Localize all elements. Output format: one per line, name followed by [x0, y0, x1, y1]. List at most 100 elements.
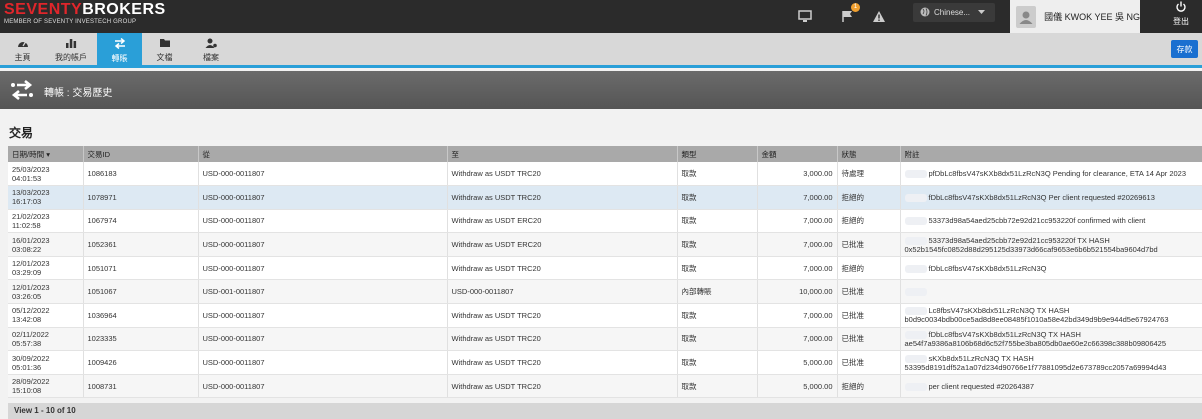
- cell-status: 已批准: [837, 327, 901, 352]
- cell-note: sKXb8dx51LzRcN3Q TX HASH 53395d8191df52a1…: [900, 350, 1202, 375]
- cell-date: 28/09/2022 15:10:08: [8, 374, 84, 399]
- folder-icon: [159, 38, 171, 50]
- cell-amount: 7,000.00: [757, 327, 838, 352]
- cell-status: 已批准: [837, 303, 901, 328]
- redaction-mark: [904, 264, 927, 273]
- warning-icon[interactable]: [871, 8, 887, 24]
- logout-button[interactable]: 登出: [1166, 1, 1196, 27]
- language-select[interactable]: Chinese...: [913, 3, 995, 22]
- page-title: 轉帳 : 交易歷史: [44, 88, 113, 99]
- nav-item-label: 主頁: [14, 53, 31, 62]
- table-row[interactable]: 28/09/2022 15:10:08 1008731 USD-000-0011807…: [8, 374, 1202, 399]
- main-nav: 主頁 我的帳戶 轉賬 文檔 檔案 存款: [0, 33, 1202, 68]
- cell-date: 25/03/2023 04:01:53: [8, 162, 84, 187]
- cell-from: USD-000-0011807: [198, 185, 448, 210]
- cell-note: [900, 279, 1202, 305]
- cell-id: 1036964: [83, 303, 199, 328]
- cell-from: USD-001-0011807: [198, 279, 448, 305]
- table-row[interactable]: 30/09/2022 05:01:36 1009426 USD-000-0011807…: [8, 350, 1202, 375]
- cell-to: Withdraw as USDT TRC20: [447, 350, 678, 375]
- cell-note: fDbLc8fbsV47sKXb8dx51LzRcN3Q: [900, 256, 1202, 281]
- table-row[interactable]: 05/12/2022 13:42:08 1036964 USD-000-0011807…: [8, 303, 1202, 328]
- table-row[interactable]: 12/01/2023 03:26:05 1051067 USD-001-0011807…: [8, 279, 1202, 305]
- column-header-date[interactable]: 日期/時間 ▾: [8, 146, 84, 162]
- cell-to: Withdraw as USDT TRC20: [447, 185, 678, 210]
- redaction-mark: [904, 307, 927, 316]
- nav-item-label: 我的帳戶: [55, 53, 87, 62]
- table-row[interactable]: 02/11/2022 05:57:38 1023335 USD-000-0011807…: [8, 327, 1202, 352]
- transactions-table: 日期/時間 ▾ 交易ID 從 至 類型 金額 狀態 附註 25/03/2023 0…: [8, 146, 1202, 399]
- cell-type: 取款: [677, 327, 758, 352]
- redaction-mark: [904, 170, 927, 179]
- nav-item-profile[interactable]: 檔案: [187, 33, 235, 68]
- cell-from: USD-000-0011807: [198, 303, 448, 328]
- table-row[interactable]: 25/03/2023 04:01:53 1086183 USD-000-0011807…: [8, 162, 1202, 187]
- nav-item-documents[interactable]: 文檔: [142, 33, 187, 68]
- cell-to: Withdraw as USDT ERC20: [447, 232, 678, 257]
- column-header-status[interactable]: 狀態: [837, 146, 901, 162]
- cell-type: 內部轉賬: [677, 279, 758, 305]
- column-header-to[interactable]: 至: [447, 146, 678, 162]
- table-header-row: 日期/時間 ▾ 交易ID 從 至 類型 金額 狀態 附註: [8, 146, 1202, 162]
- table-row[interactable]: 16/01/2023 03:08:22 1052361 USD-000-0011807…: [8, 232, 1202, 257]
- table-row[interactable]: 12/01/2023 03:29:09 1051071 USD-000-0011807…: [8, 256, 1202, 281]
- avatar: [1016, 5, 1037, 28]
- cell-status: 拒絕的: [837, 256, 901, 281]
- cell-type: 取款: [677, 162, 758, 187]
- cell-status: 待處理: [837, 162, 901, 187]
- cell-note: fDbLc8fbsV47sKXb8dx51LzRcN3Q TX HASH ae54…: [900, 327, 1202, 352]
- top-bar: SEVENTYBROKERS MEMBER OF SEVENTY INVESTE…: [0, 0, 1202, 33]
- cell-id: 1067974: [83, 209, 199, 234]
- cell-id: 1051071: [83, 256, 199, 281]
- column-header-note[interactable]: 附註: [900, 146, 1202, 162]
- cell-id: 1008731: [83, 374, 199, 399]
- redaction-mark: [904, 330, 927, 339]
- monitor-icon[interactable]: [797, 8, 813, 24]
- cell-to: Withdraw as USDT ERC20: [447, 209, 678, 234]
- nav-item-transfer[interactable]: 轉賬: [97, 33, 142, 68]
- cell-amount: 7,000.00: [757, 256, 838, 281]
- user-settings-icon: [205, 38, 217, 50]
- cell-to: Withdraw as USDT TRC20: [447, 256, 678, 281]
- brand-logo[interactable]: SEVENTYBROKERS MEMBER OF SEVENTY INVESTE…: [4, 1, 166, 26]
- column-header-type[interactable]: 類型: [677, 146, 758, 162]
- logo-white-text: BROKERS: [82, 1, 166, 18]
- nav-item-home[interactable]: 主頁: [0, 33, 45, 68]
- notification-badge: 1: [851, 3, 860, 12]
- cell-id: 1023335: [83, 327, 199, 352]
- cell-type: 取款: [677, 209, 758, 234]
- cell-note: fDbLc8fbsV47sKXb8dx51LzRcN3Q Per client …: [900, 185, 1202, 210]
- column-header-amount[interactable]: 金額: [757, 146, 838, 162]
- column-header-from[interactable]: 從: [198, 146, 448, 162]
- redaction-mark: [904, 236, 927, 245]
- cell-type: 取款: [677, 185, 758, 210]
- cell-note: pfDbLc8fbsV47sKXb8dx51LzRcN3Q Pending fo…: [900, 162, 1202, 187]
- cell-from: USD-000-0011807: [198, 232, 448, 257]
- cell-from: USD-000-0011807: [198, 374, 448, 399]
- nav-item-label: 文檔: [156, 53, 173, 62]
- cell-date: 02/11/2022 05:57:38: [8, 327, 84, 352]
- bar-chart-icon: [65, 38, 77, 50]
- cell-from: USD-000-0011807: [198, 350, 448, 375]
- cell-id: 1051067: [83, 279, 199, 305]
- cell-date: 12/01/2023 03:26:05: [8, 279, 84, 305]
- column-header-id[interactable]: 交易ID: [83, 146, 199, 162]
- cell-date: 12/01/2023 03:29:09: [8, 256, 84, 281]
- user-menu[interactable]: 國儀 KWOK YEE 吳 NG: [1010, 0, 1140, 33]
- cell-amount: 5,000.00: [757, 374, 838, 399]
- nav-item-label: 檔案: [203, 53, 219, 62]
- cell-to: USD-000-0011807: [447, 279, 678, 305]
- logo-red-text: SEVENTY: [4, 1, 83, 18]
- table-row[interactable]: 13/03/2023 16:17:03 1078971 USD-000-0011807…: [8, 185, 1202, 210]
- cell-amount: 5,000.00: [757, 350, 838, 375]
- globe-icon: [920, 7, 930, 19]
- table-row[interactable]: 21/02/2023 11:02:58 1067974 USD-000-0011807…: [8, 209, 1202, 234]
- cell-note: Lc8fbsV47sKXb8dx51LzRcN3Q TX HASH b0d9c00…: [900, 303, 1202, 328]
- cell-to: Withdraw as USDT TRC20: [447, 162, 678, 187]
- cell-status: 已批准: [837, 350, 901, 375]
- deposit-button[interactable]: 存款: [1171, 40, 1198, 58]
- nav-item-my-account[interactable]: 我的帳戶: [45, 33, 97, 68]
- language-label: Chinese...: [934, 8, 971, 17]
- logo-tagline: MEMBER OF SEVENTY INVESTECH GROUP: [4, 19, 137, 25]
- cell-type: 取款: [677, 350, 758, 375]
